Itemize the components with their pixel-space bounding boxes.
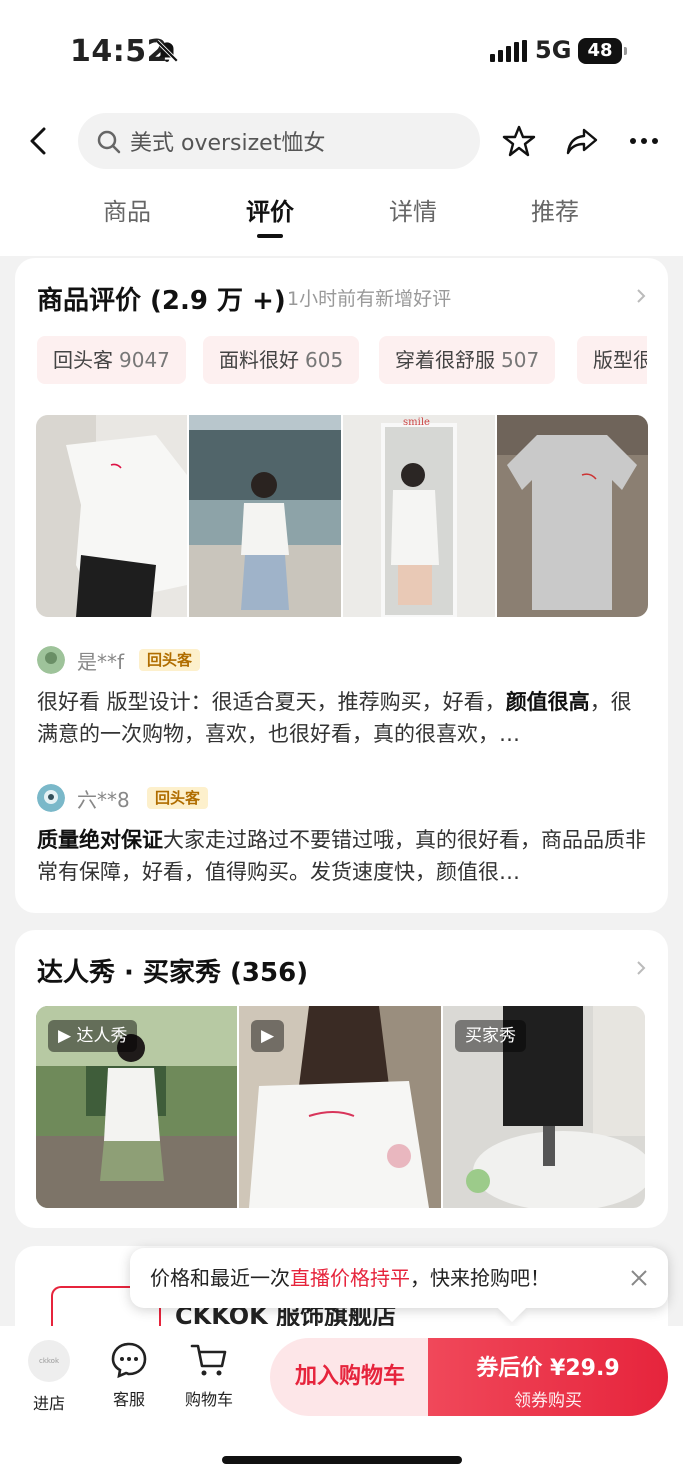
network-type: 5G [535, 36, 572, 64]
play-icon: ▶ [58, 1026, 77, 1046]
svg-text:smile: smile [403, 417, 430, 428]
search-query: 美式 oversizet恤女 [130, 131, 326, 156]
returning-customer-badge: 回头客 [139, 649, 201, 671]
review-text: 质量绝对保证大家走过路过不要错过哦，真的很好看，商品品质非常有保障，好看，值得购… [37, 828, 646, 884]
review-username: 是**f [77, 650, 125, 674]
battery-icon: 48 [578, 38, 627, 64]
review-photo[interactable] [36, 415, 187, 617]
review-tags: 回头客 9047 面料很好 605 穿着很舒服 507 版型很 [37, 336, 647, 384]
review-tag[interactable]: 版型很 [577, 336, 647, 384]
store-logo: ckkok [28, 1340, 70, 1382]
review-photo[interactable] [189, 415, 341, 617]
more-icon[interactable] [627, 124, 661, 158]
review-tag[interactable]: 穿着很舒服 507 [379, 336, 556, 384]
header: 14:52 5G 48 美式 oversizet恤女 商品 评价 详情 推荐 [0, 0, 683, 256]
review-photo[interactable]: smile [343, 415, 495, 617]
review-item[interactable]: 六**8 回头客 质量绝对保证大家走过路过不要错过哦，真的很好看，商品品质非常有… [37, 784, 647, 888]
review-item[interactable]: 是**f 回头客 很好看 版型设计：很适合夏天，推荐购买，好看，颜值很高，很满意… [37, 646, 647, 750]
price-tooltip: 价格和最近一次直播价格持平，快来抢购吧！ [130, 1248, 668, 1308]
reviews-subtitle: 1小时前有新增好评 [287, 288, 452, 310]
tab-bar: 商品 评价 详情 推荐 [0, 192, 683, 252]
store-button[interactable]: ckkok 进店 [14, 1340, 84, 1414]
returning-customer-badge: 回头客 [147, 787, 209, 809]
review-username: 六**8 [77, 788, 130, 812]
review-text: 很好看 版型设计：很适合夏天，推荐购买，好看，颜值很高，很满意的一次购物，喜欢，… [37, 690, 632, 746]
showcase-card[interactable]: 达人秀 · 买家秀 (356) ▶ 达人秀 ▶ 买家秀 [15, 930, 668, 1228]
buy-now-button[interactable]: 券后价 ¥29.9 领券购买 [428, 1338, 668, 1416]
home-indicator[interactable] [222, 1456, 462, 1464]
signal-icon [490, 40, 527, 62]
reviews-title: 商品评价 (2.9 万 +) [37, 286, 286, 316]
search-bar[interactable]: 美式 oversizet恤女 [78, 113, 480, 169]
photo-tag: 买家秀 [455, 1020, 526, 1052]
video-tag: ▶ 达人秀 [48, 1020, 138, 1052]
avatar [37, 784, 65, 812]
back-arrow-icon[interactable] [22, 124, 56, 158]
status-bar: 14:52 5G 48 [0, 30, 683, 74]
chevron-right-icon[interactable] [634, 289, 648, 303]
cart-icon [190, 1344, 227, 1376]
star-icon[interactable] [502, 124, 536, 158]
avatar [37, 646, 65, 674]
tab-details[interactable]: 详情 [368, 192, 458, 227]
tab-reviews[interactable]: 评价 [225, 192, 315, 238]
customer-service-button[interactable]: 客服 [94, 1340, 164, 1410]
play-icon: ▶ [261, 1026, 275, 1046]
reviews-card[interactable]: 商品评价 (2.9 万 +) 1小时前有新增好评 回头客 9047 面料很好 605… [15, 258, 668, 913]
review-photos: smile [36, 415, 648, 617]
nav-bar: 美式 oversizet恤女 [0, 112, 683, 170]
add-to-cart-button[interactable]: 加入购物车 [270, 1338, 430, 1416]
chevron-right-icon[interactable] [634, 961, 648, 975]
tab-products[interactable]: 商品 [82, 192, 172, 227]
search-icon [97, 130, 121, 154]
close-icon[interactable] [628, 1267, 650, 1289]
showcase-media: ▶ 达人秀 ▶ 买家秀 [36, 1006, 645, 1208]
bell-muted-icon [155, 39, 179, 63]
video-tag: ▶ [251, 1020, 285, 1052]
chat-icon [111, 1342, 147, 1379]
review-tag[interactable]: 面料很好 605 [203, 336, 360, 384]
cart-button[interactable]: 购物车 [174, 1340, 244, 1410]
review-photo[interactable] [497, 415, 648, 617]
tab-recommend[interactable]: 推荐 [510, 192, 600, 227]
share-icon[interactable] [565, 124, 599, 158]
review-tag[interactable]: 回头客 9047 [37, 336, 186, 384]
showcase-title: 达人秀 · 买家秀 (356) [37, 958, 309, 988]
